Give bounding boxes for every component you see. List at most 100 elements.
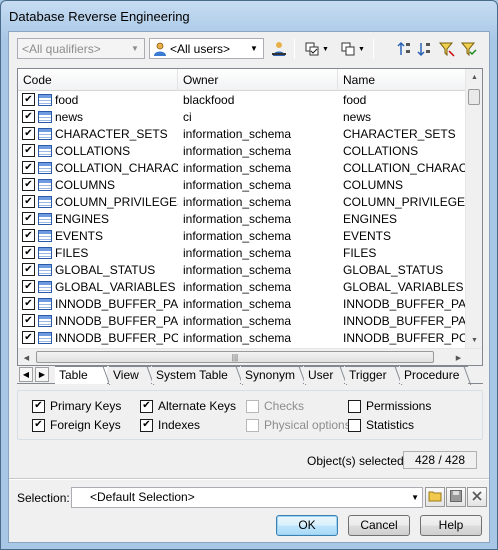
save-selection-button[interactable] (446, 487, 466, 507)
table-row[interactable]: ✔ ENGINES information_schema ENGINES (18, 210, 466, 227)
tab-scroll-left-icon[interactable]: ◀ (19, 367, 33, 382)
column-header-code[interactable]: Code (18, 69, 178, 91)
users-combo[interactable]: <All users> ▼ (149, 38, 264, 59)
filter-icon[interactable] (437, 39, 457, 59)
scroll-down-icon[interactable]: ▼ (466, 332, 482, 349)
table-row[interactable]: ✔ INNODB_BUFFER_PO... information_schema IN… (18, 329, 466, 346)
qualifiers-value: <All qualifiers> (22, 41, 101, 56)
foreign-keys-option[interactable]: ✔ Foreign Keys (32, 418, 121, 432)
row-checkbox[interactable]: ✔ (22, 246, 35, 259)
table-row[interactable]: ✔ news ci news (18, 108, 466, 125)
scroll-left-icon[interactable]: ◀ (18, 349, 35, 365)
select-all-icon[interactable]: ▼ (303, 39, 331, 59)
scroll-right-icon[interactable]: ▶ (450, 349, 467, 365)
table-row[interactable]: ✔ COLUMN_PRIVILEGES information_schema COLU… (18, 193, 466, 210)
owner-cell: information_schema (183, 279, 292, 294)
alternate-keys-option[interactable]: ✔ Alternate Keys (140, 399, 236, 413)
name-cell: COLLATION_CHARACTE (343, 160, 466, 175)
row-checkbox[interactable]: ✔ (22, 93, 35, 106)
tab-system-table[interactable]: System Table (152, 366, 240, 384)
table-row[interactable]: ✔ COLLATIONS information_schema COLLATIONS (18, 142, 466, 159)
checkbox[interactable]: ✔ (32, 418, 45, 432)
table-row[interactable]: ✔ GLOBAL_STATUS information_schema GLOBAL_S… (18, 261, 466, 278)
objects-list[interactable]: Code Owner Name ✔ food blackfood food ✔ news c… (17, 68, 483, 366)
selection-label: Selection: (17, 491, 70, 505)
tab-view[interactable]: View (109, 366, 151, 384)
vertical-scrollbar[interactable]: ▲ ▼ (465, 69, 482, 349)
help-button[interactable]: Help (420, 515, 482, 536)
deselect-icon[interactable]: ▼ (339, 39, 367, 59)
row-checkbox[interactable]: ✔ (22, 212, 35, 225)
table-icon (38, 263, 52, 276)
sort-ascending-icon[interactable] (395, 39, 413, 59)
tab-table[interactable]: Table (55, 366, 107, 384)
open-selection-button[interactable] (425, 487, 445, 507)
sort-descending-icon[interactable] (415, 39, 433, 59)
tab-synonym[interactable]: Synonym (241, 366, 303, 384)
table-row[interactable]: ✔ FILES information_schema FILES (18, 244, 466, 261)
scroll-up-icon[interactable]: ▲ (466, 69, 482, 86)
code-cell: ✔ news (18, 110, 178, 124)
scroll-thumb[interactable]: ||| (36, 351, 434, 363)
table-row[interactable]: ✔ COLLATION_CHARAC... information_schema CO… (18, 159, 466, 176)
row-checkbox[interactable]: ✔ (22, 297, 35, 310)
toolbar: <All qualifiers> ▼ <All users> ▼ ▼ ▼ (9, 32, 489, 66)
horizontal-scrollbar[interactable]: ◀ ||| ▶ (18, 348, 482, 365)
permissions-option[interactable]: Permissions (348, 399, 431, 413)
selection-combo[interactable]: <Default Selection> ▼ (71, 487, 423, 508)
option-label: Physical options (264, 418, 351, 432)
tab-procedure[interactable]: Procedure (400, 366, 468, 384)
code-cell: ✔ GLOBAL_VARIABLES (18, 280, 178, 294)
scroll-thumb[interactable] (468, 89, 480, 105)
code-cell: ✔ ENGINES (18, 212, 178, 226)
checkbox[interactable] (348, 399, 361, 413)
owner-cell: information_schema (183, 211, 292, 226)
list-rows: ✔ food blackfood food ✔ news ci news ✔ CHARACTER_… (18, 91, 466, 349)
table-row[interactable]: ✔ INNODB_BUFFER_PA... information_schema IN… (18, 295, 466, 312)
owner-cell: information_schema (183, 194, 292, 209)
primary-keys-option[interactable]: ✔ Primary Keys (32, 399, 121, 413)
tab-scroll-right-icon[interactable]: ▶ (35, 367, 49, 382)
row-checkbox[interactable]: ✔ (22, 110, 35, 123)
row-checkbox[interactable]: ✔ (22, 161, 35, 174)
indexes-option[interactable]: ✔ Indexes (140, 418, 200, 432)
option-label: Statistics (366, 418, 415, 432)
checkbox[interactable]: ✔ (140, 418, 153, 432)
statistics-option[interactable]: Statistics (348, 418, 414, 432)
table-row[interactable]: ✔ CHARACTER_SETS information_schema CHARACT… (18, 125, 466, 142)
owner-cell: blackfood (183, 92, 235, 107)
row-checkbox[interactable]: ✔ (22, 144, 35, 157)
table-icon (38, 161, 52, 174)
tab-user[interactable]: User (304, 366, 344, 384)
row-checkbox[interactable]: ✔ (22, 127, 35, 140)
row-checkbox[interactable]: ✔ (22, 178, 35, 191)
column-header-name[interactable]: Name (338, 69, 466, 91)
column-header-owner[interactable]: Owner (178, 69, 338, 91)
row-checkbox[interactable]: ✔ (22, 331, 35, 344)
row-checkbox[interactable]: ✔ (22, 280, 35, 293)
table-row[interactable]: ✔ INNODB_BUFFER_PA... information_schema IN… (18, 312, 466, 329)
table-row[interactable]: ✔ COLUMNS information_schema COLUMNS (18, 176, 466, 193)
option-label: Checks (264, 399, 305, 413)
table-row[interactable]: ✔ EVENTS information_schema EVENTS (18, 227, 466, 244)
qualifiers-combo[interactable]: <All qualifiers> ▼ (17, 38, 145, 59)
table-row[interactable]: ✔ GLOBAL_VARIABLES information_schema GLOBA… (18, 278, 466, 295)
checkbox[interactable] (348, 418, 361, 432)
row-checkbox[interactable]: ✔ (22, 314, 35, 327)
checkbox[interactable]: ✔ (32, 399, 45, 413)
ok-button[interactable]: OK (276, 515, 338, 536)
row-checkbox[interactable]: ✔ (22, 195, 35, 208)
table-row[interactable]: ✔ food blackfood food (18, 91, 466, 108)
owner-cell: information_schema (183, 177, 292, 192)
cancel-button[interactable]: Cancel (348, 515, 410, 536)
delete-selection-button[interactable] (467, 487, 487, 507)
user-filter-icon[interactable] (269, 39, 289, 59)
tab-trigger[interactable]: Trigger (345, 366, 399, 384)
name-cell: COLUMN_PRIVILEGES (343, 194, 466, 209)
checkbox[interactable]: ✔ (140, 399, 153, 413)
row-checkbox[interactable]: ✔ (22, 263, 35, 276)
code-cell: ✔ FILES (18, 246, 178, 260)
code-text: COLLATIONS (55, 143, 131, 158)
row-checkbox[interactable]: ✔ (22, 229, 35, 242)
filter-checked-icon[interactable] (459, 39, 479, 59)
